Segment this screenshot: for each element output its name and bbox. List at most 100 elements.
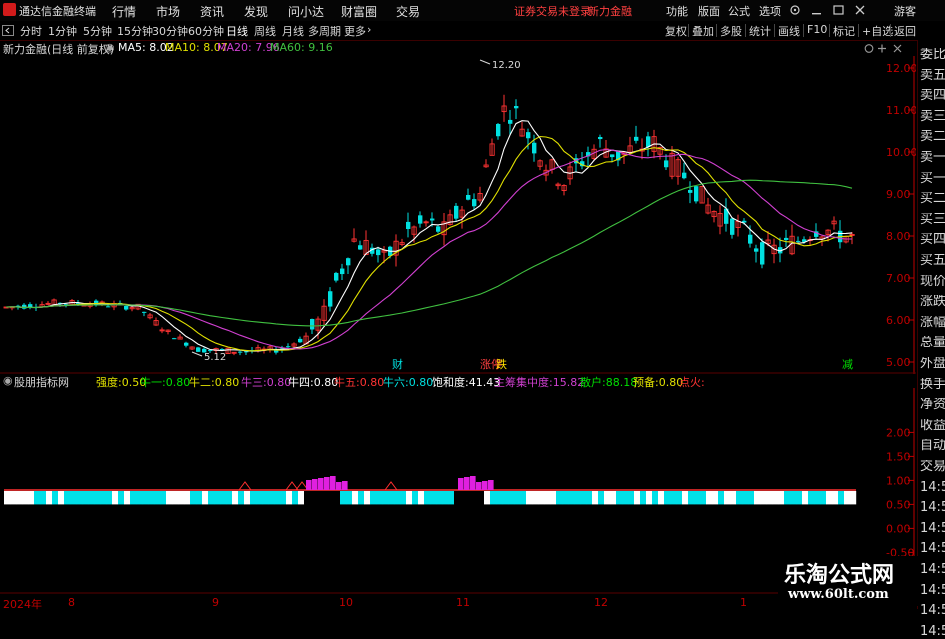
minimize-icon[interactable] <box>812 13 821 15</box>
tab-1min[interactable]: 1分钟 <box>48 23 77 39</box>
menu-item-news[interactable]: 资讯 <box>200 3 224 20</box>
side-panel-row[interactable]: 换手 <box>920 378 945 392</box>
indicator-toggle-icon[interactable]: ◉ <box>3 374 13 387</box>
chevron-right-icon[interactable]: › <box>367 23 371 36</box>
settings-icon[interactable] <box>790 5 800 15</box>
side-panel-row[interactable]: 现价 <box>920 275 945 289</box>
draw-line-button[interactable]: 画线 <box>778 23 800 38</box>
candle-body <box>610 154 615 158</box>
back-button[interactable]: 返回 <box>894 23 916 38</box>
side-panel-row[interactable]: 总量 <box>920 336 945 350</box>
strip-block <box>664 491 671 505</box>
tab-daily[interactable]: 日线 <box>226 23 248 39</box>
side-panel-row[interactable]: 买四 <box>920 233 945 247</box>
side-panel-row[interactable]: 卖五 <box>920 69 945 83</box>
strip-block <box>232 491 239 505</box>
side-panel-row[interactable]: 涨跌 <box>920 295 945 309</box>
side-panel-row[interactable]: 委比 <box>920 48 945 62</box>
side-panel-row[interactable]: 买五 <box>920 254 945 268</box>
overlay-button[interactable]: 叠加 <box>692 23 714 38</box>
side-panel-row[interactable]: 收益 <box>920 419 945 433</box>
side-panel-row[interactable]: 卖一 <box>920 151 945 165</box>
menu-item-options[interactable]: 选项 <box>759 3 781 19</box>
strip-block <box>478 491 485 505</box>
strip-block <box>700 491 707 505</box>
side-panel-row[interactable]: 卖二 <box>920 130 945 144</box>
side-panel-row[interactable]: 买二 <box>920 192 945 206</box>
tab-15min[interactable]: 15分钟 <box>117 23 153 39</box>
menu-item-discover[interactable]: 发现 <box>244 3 268 20</box>
low-pointer <box>191 351 203 357</box>
menu-item-formula[interactable]: 公式 <box>728 3 750 19</box>
event-tag[interactable]: 跌 <box>496 357 507 371</box>
event-tag[interactable]: 财 <box>392 357 403 371</box>
tab-30min[interactable]: 30分钟 <box>152 23 188 39</box>
event-tag[interactable]: 减 <box>842 358 853 371</box>
side-panel-row[interactable]: 买三 <box>920 213 945 227</box>
side-panel-row[interactable]: 买一 <box>920 172 945 186</box>
price-tick-label: 5.00 <box>886 356 911 369</box>
side-panel-row[interactable]: 14:56 <box>920 542 945 556</box>
side-panel-row[interactable]: 14:56 <box>920 604 945 618</box>
strip-block <box>460 491 467 505</box>
side-panel-row[interactable]: 14:56 <box>920 481 945 495</box>
mark-button[interactable]: 标记 <box>833 23 855 38</box>
side-panel-row[interactable]: 交易 <box>920 460 945 474</box>
add-icon[interactable] <box>878 44 886 53</box>
menu-item-trade[interactable]: 交易 <box>396 3 420 20</box>
add-watchlist-button[interactable]: +自选 <box>862 23 893 38</box>
menu-item-market[interactable]: 市场 <box>156 3 180 20</box>
candle-body <box>310 318 315 330</box>
strip-block <box>538 491 545 505</box>
close-icon[interactable] <box>893 44 902 53</box>
menu-item-wealth[interactable]: 财富圈 <box>341 3 377 20</box>
tab-monthly[interactable]: 月线 <box>282 23 304 39</box>
indicator-values: 强度:0.50 牛一:0.80 牛二:0.80 牛三:0.80 牛四:0.80 牛五:0.… <box>96 374 916 389</box>
indicator-toggle-icon[interactable]: ◉ <box>105 41 115 54</box>
side-panel-row[interactable]: 外盘 <box>920 357 945 371</box>
side-panel-row[interactable]: 净资 <box>920 398 945 412</box>
price-tick-label: 7.00 <box>886 272 911 285</box>
login-notice[interactable]: 证券交易未登录 <box>514 3 591 19</box>
tab-multi-period[interactable]: 多周期 <box>308 23 341 39</box>
close-icon[interactable] <box>855 5 865 15</box>
side-panel-row[interactable]: 14:56 <box>920 501 945 515</box>
candle-body <box>244 351 249 353</box>
candle-body <box>754 248 759 252</box>
strip-block <box>658 491 665 505</box>
stats-button[interactable]: 统计 <box>749 23 771 38</box>
side-panel-row[interactable]: 卖四 <box>920 89 945 103</box>
side-panel-row[interactable]: 14:56 <box>920 563 945 577</box>
strip-block <box>688 491 695 505</box>
strip-block <box>172 491 179 505</box>
strip-block <box>724 491 731 505</box>
settings-icon[interactable] <box>864 44 874 53</box>
fq-button[interactable]: 复权 <box>665 23 687 38</box>
menu-item-quotes[interactable]: 行情 <box>112 3 136 20</box>
price-tick-label: 11.00 <box>886 104 916 117</box>
restore-icon[interactable] <box>833 5 844 15</box>
strip-block <box>532 491 539 505</box>
f10-button[interactable]: F10 <box>807 23 827 37</box>
menu-item-layout[interactable]: 版面 <box>698 3 720 19</box>
candle-body <box>694 186 699 202</box>
side-panel-row[interactable]: 自动 <box>920 439 945 453</box>
tab-5min[interactable]: 5分钟 <box>83 23 112 39</box>
side-panel-row[interactable]: 卖三 <box>920 110 945 124</box>
tab-intraday[interactable]: 分时 <box>20 23 42 39</box>
kline-chart[interactable]: 12.00 11.00 10.00 9.00 8.00 7.00 6.00 5.00 12.20… <box>0 56 916 374</box>
side-panel-row[interactable]: 14:56 <box>920 584 945 598</box>
multi-stock-button[interactable]: 多股 <box>720 23 742 38</box>
tab-60min[interactable]: 60分钟 <box>188 23 224 39</box>
side-panel-row[interactable]: 14:56 <box>920 625 945 639</box>
candle-body <box>646 136 651 148</box>
back-arrow-icon[interactable] <box>2 25 14 36</box>
tab-weekly[interactable]: 周线 <box>254 23 276 39</box>
guest-label[interactable]: 游客 <box>894 3 916 19</box>
menu-item-function[interactable]: 功能 <box>666 3 688 19</box>
tab-more[interactable]: 更多 <box>344 23 366 39</box>
menu-item-ask[interactable]: 问小达 <box>288 3 324 20</box>
side-panel-row[interactable]: 14:56 <box>920 522 945 536</box>
magenta-signal <box>458 476 494 490</box>
side-panel-row[interactable]: 涨幅 <box>920 316 945 330</box>
